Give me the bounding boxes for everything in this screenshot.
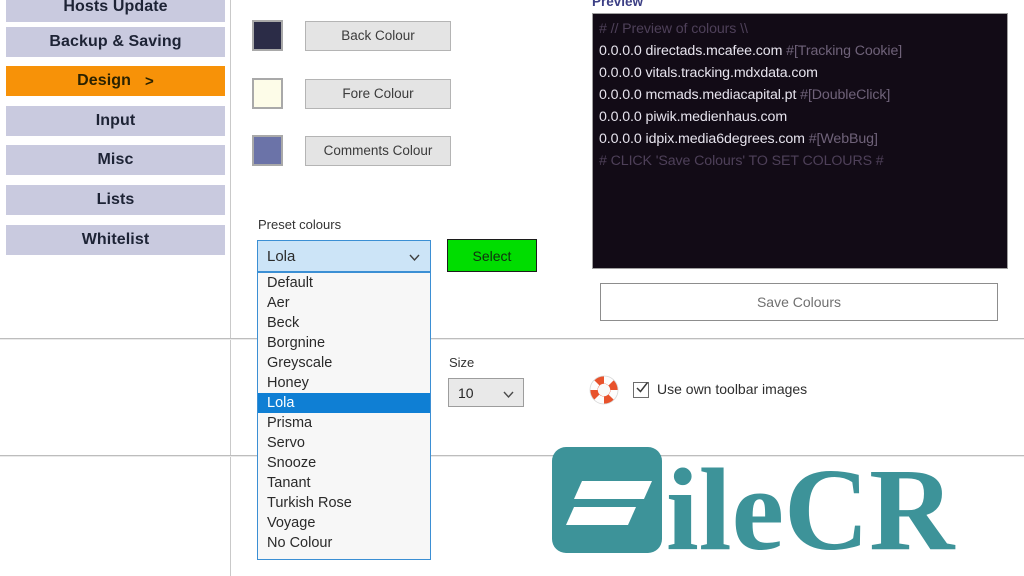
comments-colour-row: Comments Colour <box>252 135 451 166</box>
list-item[interactable]: No Colour <box>258 533 430 553</box>
preview-host: 0.0.0.0 vitals.tracking.mdxdata.com <box>599 65 818 81</box>
size-value: 10 <box>458 384 474 401</box>
preview-host: 0.0.0.0 mcmads.mediacapital.pt <box>599 87 797 103</box>
list-item[interactable]: Beck <box>258 313 430 333</box>
back-colour-swatch[interactable] <box>252 20 283 51</box>
list-item[interactable]: Tanant <box>258 473 430 493</box>
back-colour-button[interactable]: Back Colour <box>305 20 451 51</box>
list-item[interactable]: Greyscale <box>258 353 430 373</box>
chevron-down-icon <box>503 387 514 399</box>
preview-textarea[interactable]: # // Preview of colours \\ 0.0.0.0 direc… <box>592 13 1008 269</box>
section-divider <box>0 455 1024 457</box>
preview-label: Preview <box>592 0 644 9</box>
preview-line: 0.0.0.0 vitals.tracking.mdxdata.com <box>599 62 1001 84</box>
fore-colour-button[interactable]: Fore Colour <box>305 78 451 109</box>
preview-host: 0.0.0.0 idpix.media6degrees.com <box>599 131 805 147</box>
select-button[interactable]: Select <box>447 239 537 272</box>
sidebar-item-backup-saving[interactable]: Backup & Saving <box>6 27 225 57</box>
list-item[interactable]: Turkish Rose <box>258 493 430 513</box>
list-item[interactable]: Servo <box>258 433 430 453</box>
preview-tag: #[DoubleClick] <box>800 87 891 103</box>
list-item-selected[interactable]: Lola <box>258 393 430 413</box>
preview-line: 0.0.0.0 idpix.media6degrees.com #[WebBug… <box>599 128 1001 150</box>
sidebar-item-label: Hosts Update <box>63 0 168 15</box>
preset-colours-value: Lola <box>267 247 296 265</box>
comments-colour-label: Comments Colour <box>323 143 433 158</box>
preview-host: 0.0.0.0 piwik.medienhaus.com <box>599 109 788 125</box>
back-colour-label: Back Colour <box>341 28 415 43</box>
sidebar-item-label: Misc <box>97 151 134 168</box>
list-item[interactable]: Aer <box>258 293 430 313</box>
list-item[interactable]: Snooze <box>258 453 430 473</box>
preset-colours-combobox[interactable]: Lola <box>257 240 431 272</box>
use-own-toolbar-images-checkbox[interactable] <box>633 382 649 398</box>
sidebar-item-label: Lists <box>96 191 135 208</box>
preview-host: 0.0.0.0 directads.mcafee.com <box>599 43 783 59</box>
use-own-toolbar-images-label: Use own toolbar images <box>657 381 808 397</box>
sidebar-item-whitelist[interactable]: Whitelist <box>6 225 225 255</box>
sidebar-item-label: Backup & Saving <box>49 33 182 50</box>
back-colour-row: Back Colour <box>252 20 451 51</box>
preset-colours-dropdown-list[interactable]: Default Aer Beck Borgnine Greyscale Hone… <box>257 272 431 560</box>
lifebuoy-icon <box>588 374 620 406</box>
check-icon <box>635 380 649 394</box>
fore-colour-label: Fore Colour <box>342 86 414 101</box>
save-colours-button[interactable]: Save Colours <box>600 283 998 321</box>
preview-line: 0.0.0.0 piwik.medienhaus.com <box>599 106 1001 128</box>
save-colours-label: Save Colours <box>756 294 842 310</box>
sidebar-item-lists[interactable]: Lists <box>6 185 225 215</box>
sidebar-item-label: Design <box>77 72 132 89</box>
comments-colour-swatch[interactable] <box>252 135 283 166</box>
chevron-right-icon: > <box>145 72 154 90</box>
list-item[interactable]: Borgnine <box>258 333 430 353</box>
list-item[interactable]: Voyage <box>258 513 430 533</box>
sidebar-item-misc[interactable]: Misc <box>6 145 225 175</box>
fore-colour-row: Fore Colour <box>252 78 451 109</box>
comments-colour-button[interactable]: Comments Colour <box>305 135 451 166</box>
preview-line: # // Preview of colours \\ <box>599 21 748 37</box>
section-divider <box>0 338 1024 340</box>
preview-tag: #[WebBug] <box>808 131 878 147</box>
size-combobox[interactable]: 10 <box>448 378 524 407</box>
list-item[interactable]: Prisma <box>258 413 430 433</box>
list-item[interactable]: Honey <box>258 373 430 393</box>
chevron-down-icon <box>409 250 420 262</box>
preset-colours-label: Preset colours <box>258 217 342 232</box>
list-item[interactable]: Default <box>258 273 430 293</box>
preview-line: 0.0.0.0 directads.mcafee.com #[Tracking … <box>599 40 1001 62</box>
sidebar-item-design[interactable]: Design > <box>6 66 225 96</box>
sidebar-item-hosts-update[interactable]: Hosts Update <box>6 0 225 22</box>
sidebar-item-input[interactable]: Input <box>6 106 225 136</box>
sidebar-item-label: Whitelist <box>81 231 150 248</box>
size-label: Size <box>449 355 475 370</box>
preview-line: # CLICK 'Save Colours' TO SET COLOURS # <box>599 153 884 169</box>
select-button-label: Select <box>472 247 512 264</box>
sidebar-item-label: Input <box>95 112 136 129</box>
sidebar-nav: Hosts Update Backup & Saving Design > In… <box>0 0 231 576</box>
design-settings-panel: Back Colour Fore Colour Comments Colour … <box>0 0 1024 576</box>
fore-colour-swatch[interactable] <box>252 78 283 109</box>
preview-tag: #[Tracking Cookie] <box>786 43 903 59</box>
preview-line: 0.0.0.0 mcmads.mediacapital.pt #[DoubleC… <box>599 84 1001 106</box>
